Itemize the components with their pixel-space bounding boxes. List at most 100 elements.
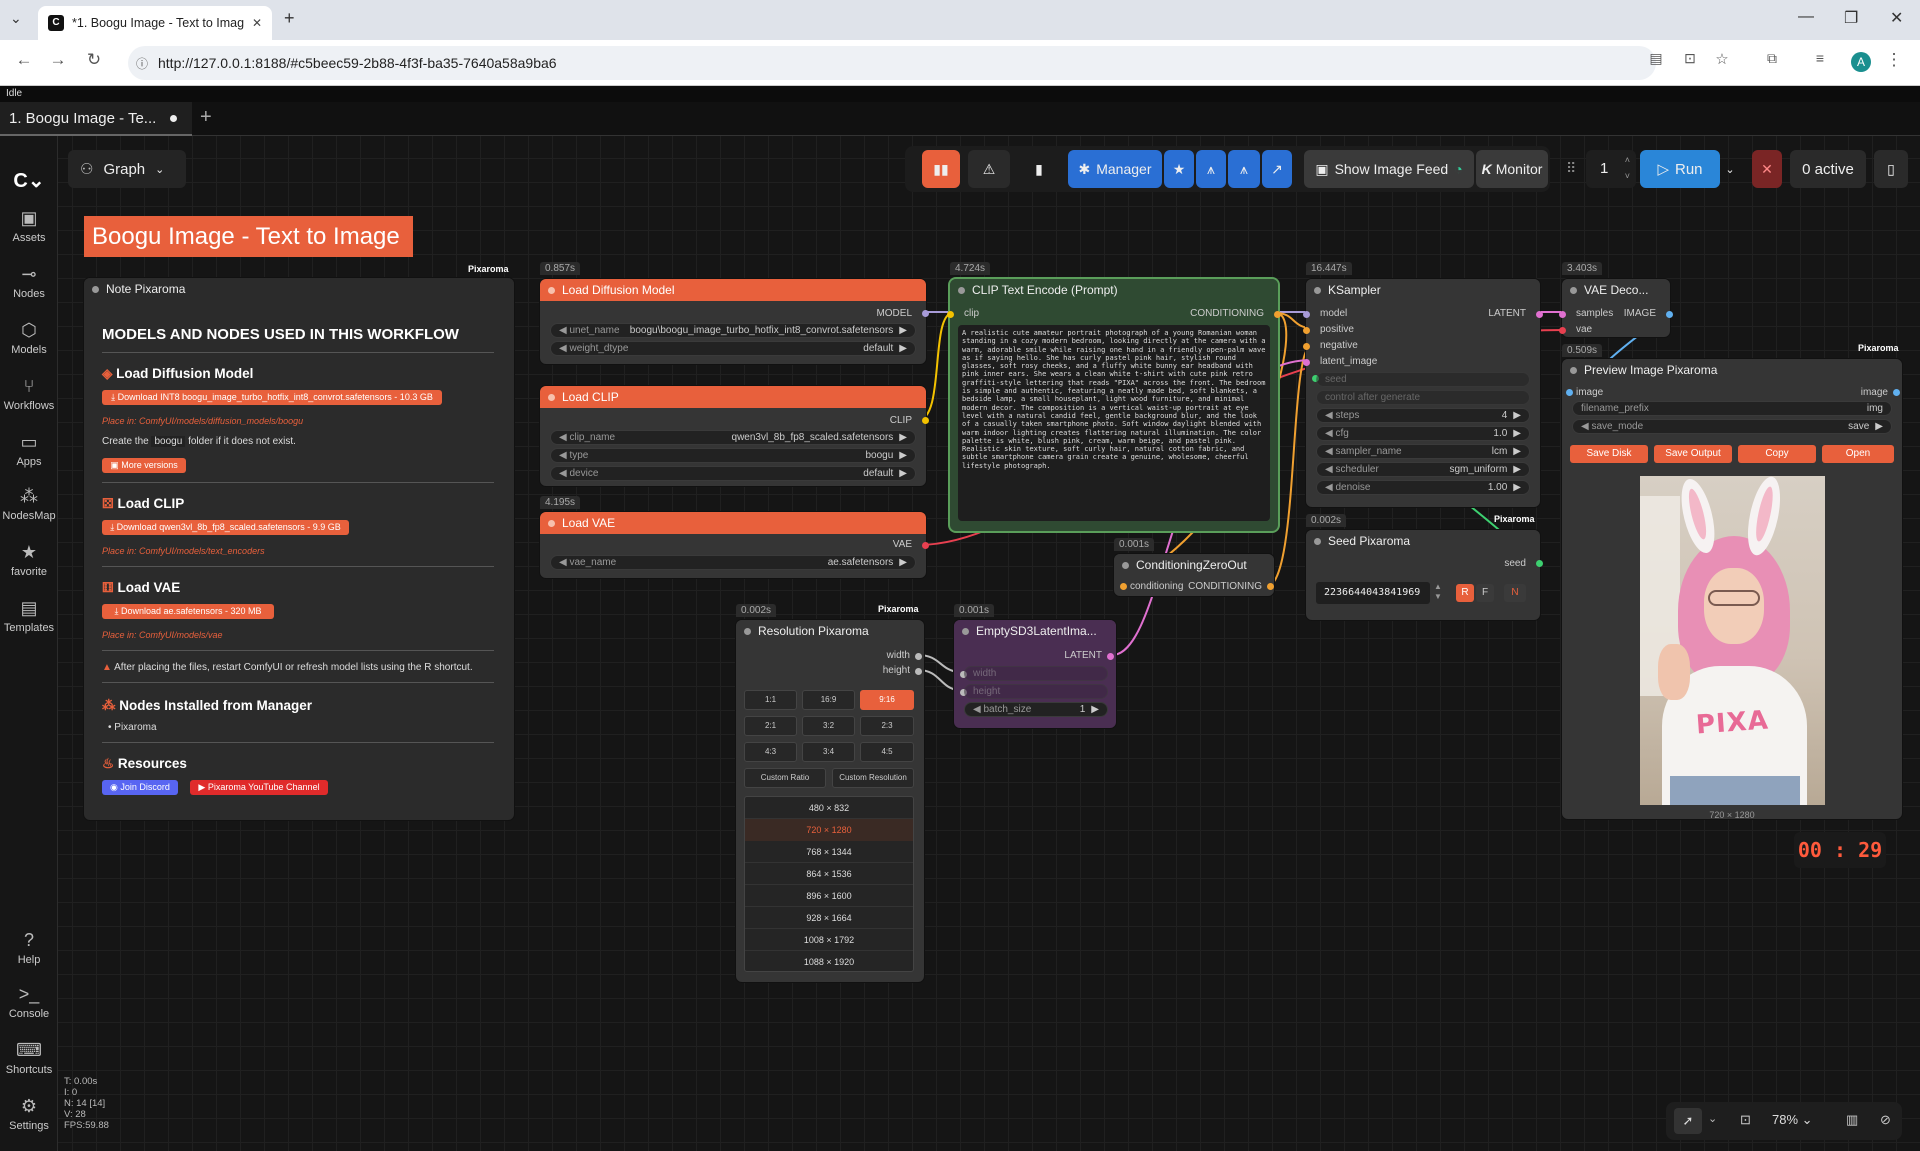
custom-ratio-button[interactable]: Custom Ratio xyxy=(744,768,826,788)
input-samples-dot[interactable] xyxy=(1559,311,1566,318)
seed-new-button[interactable]: N xyxy=(1504,584,1526,602)
seed-fixed-button[interactable]: F xyxy=(1476,584,1494,602)
chevron-down-icon[interactable]: ⌄ xyxy=(1708,1112,1717,1125)
cfg-widget[interactable]: ◀ cfg 1.0 ▶ xyxy=(1316,426,1530,441)
arrow-right-icon: ▶ xyxy=(899,450,907,461)
open-button[interactable]: Open xyxy=(1822,445,1894,463)
more-versions-button[interactable]: ▣ More versions xyxy=(102,458,186,473)
ratio-button[interactable]: 3:4 xyxy=(802,742,855,762)
clip-text-encode-node[interactable]: CLIP Text Encode (Prompt) clip CONDITION… xyxy=(947,279,1281,531)
output-image-dot[interactable] xyxy=(1893,389,1900,396)
fit-view-icon[interactable]: ⊡ xyxy=(1740,1112,1751,1128)
ratio-button[interactable]: 4:5 xyxy=(860,742,914,762)
node-title: Preview Image Pixaroma xyxy=(1562,359,1902,381)
seed-pixaroma-node[interactable]: Seed Pixaroma seed 223664404384196​9 ▲ ▼ … xyxy=(1306,530,1543,620)
output-model-dot[interactable] xyxy=(922,310,929,317)
zoom-level[interactable]: 78% ⌄ xyxy=(1772,1112,1813,1128)
seed-value-input[interactable]: 223664404384196​9 xyxy=(1316,582,1430,604)
denoise-widget[interactable]: ◀ denoise 1.00 ▶ xyxy=(1316,480,1530,495)
scheduler-widget[interactable]: ◀ scheduler sgm_uniform ▶ xyxy=(1316,462,1530,477)
preview-image-node[interactable]: Preview Image Pixaroma image image filen… xyxy=(1562,359,1902,820)
input-positive-dot[interactable] xyxy=(1303,327,1310,334)
batch-size-widget[interactable]: ◀ batch_size 1 ▶ xyxy=(964,702,1108,717)
vae-decode-node[interactable]: VAE Deco... samples vae IMAGE xyxy=(1559,279,1673,337)
sampler-name-widget[interactable]: ◀ sampler_name lcm ▶ xyxy=(1316,444,1530,459)
widget-label: width xyxy=(973,668,997,679)
download-vae-button[interactable]: ⤓ Download ae.safetensors - 320 MB xyxy=(102,604,274,619)
minimap-icon[interactable]: ▥ xyxy=(1846,1112,1858,1128)
ratio-button[interactable]: 3:2 xyxy=(802,716,855,736)
input-vae-dot[interactable] xyxy=(1559,327,1566,334)
output-clip-dot[interactable] xyxy=(922,417,929,424)
seed-stepper[interactable]: ▲ ▼ xyxy=(1434,582,1442,602)
device-select[interactable]: ◀ device default ▶ xyxy=(550,466,916,481)
output-height-dot[interactable] xyxy=(915,668,922,675)
ksampler-node[interactable]: KSampler model positive negative latent_… xyxy=(1303,279,1543,507)
size-option[interactable]: 928 × 1664 xyxy=(745,907,913,929)
input-model-dot[interactable] xyxy=(1303,311,1310,318)
join-discord-button[interactable]: ◉ Join Discord xyxy=(102,780,178,795)
size-option[interactable]: 1008 × 1792 xyxy=(745,929,913,951)
copy-button[interactable]: Copy xyxy=(1738,445,1816,463)
save-disk-button[interactable]: Save Disk xyxy=(1570,445,1648,463)
input-clip-dot[interactable] xyxy=(947,311,954,318)
download-diffusion-button[interactable]: ⤓ Download INT8 boogu_image_turbo_hotfix… xyxy=(102,390,442,405)
ratio-button[interactable]: 1:1 xyxy=(744,690,797,710)
seed-widget[interactable]: seed xyxy=(1316,372,1530,387)
stat-fps: FPS:59.88 xyxy=(64,1120,109,1131)
divider xyxy=(102,742,494,743)
vae-name-select[interactable]: ◀ vae_name ae.safetensors ▶ xyxy=(550,555,916,570)
load-vae-node[interactable]: Load VAE VAE ◀ vae_name ae.safetensors ▶ xyxy=(540,512,929,578)
control-after-generate-widget[interactable]: control after generate xyxy=(1316,390,1530,405)
save-output-button[interactable]: Save Output xyxy=(1654,445,1732,463)
generated-image[interactable]: PIXA xyxy=(1640,476,1825,805)
weight-dtype-select[interactable]: ◀ weight_dtype default ▶ xyxy=(550,341,916,356)
resolution-pixaroma-node[interactable]: Resolution Pixaroma width height 1:1 16:… xyxy=(736,620,924,982)
input-latent-dot[interactable] xyxy=(1303,359,1310,366)
input-negative-dot[interactable] xyxy=(1303,343,1310,350)
custom-resolution-button[interactable]: Custom Resolution xyxy=(832,768,914,788)
download-clip-button[interactable]: ⤓ Download qwen3vl_8b_fp8_scaled.safeten… xyxy=(102,520,349,535)
clip-type-select[interactable]: ◀ type boogu ▶ xyxy=(550,448,916,463)
load-clip-node[interactable]: Load CLIP CLIP ◀ clip_name qwen3vl_8b_fp8… xyxy=(540,386,929,486)
youtube-channel-button[interactable]: ▶ Pixaroma YouTube Channel xyxy=(190,780,328,795)
output-width-dot[interactable] xyxy=(915,653,922,660)
input-conditioning-dot[interactable] xyxy=(1120,583,1127,590)
execution-time: 16.447s xyxy=(1306,262,1352,275)
filename-prefix-input[interactable]: filename_prefix img xyxy=(1572,401,1892,416)
output-vae-dot[interactable] xyxy=(922,542,929,549)
output-seed-dot[interactable] xyxy=(1536,560,1543,567)
output-latent-dot[interactable] xyxy=(1107,653,1114,660)
ratio-button-selected[interactable]: 9:16 xyxy=(860,690,914,710)
clip-name-select[interactable]: ◀ clip_name qwen3vl_8b_fp8_scaled.safeten… xyxy=(550,430,916,445)
input-clip: clip xyxy=(964,308,980,319)
size-option[interactable]: 864 × 1536 xyxy=(745,863,913,885)
load-diffusion-model-node[interactable]: Load Diffusion Model MODEL ◀ unet_name bo… xyxy=(540,279,929,364)
width-widget[interactable]: width xyxy=(964,666,1108,681)
ratio-button[interactable]: 2:3 xyxy=(860,716,914,736)
steps-widget[interactable]: ◀ steps 4 ▶ xyxy=(1316,408,1530,423)
output-conditioning-dot[interactable] xyxy=(1274,311,1281,318)
unet-name-select[interactable]: ◀ unet_name boogu\boogu_image_turbo_hotfi… xyxy=(550,323,916,338)
size-option[interactable]: 480 × 832 xyxy=(745,797,913,819)
empty-sd3-latent-node[interactable]: EmptySD3LatentIma... LATENT width height… xyxy=(954,620,1116,728)
ratio-button[interactable]: 16:9 xyxy=(802,690,855,710)
ratio-button[interactable]: 4:3 xyxy=(744,742,797,762)
save-mode-select[interactable]: ◀ save_mode save ▶ xyxy=(1572,419,1892,434)
output-conditioning-dot[interactable] xyxy=(1267,583,1274,590)
size-option[interactable]: 896 × 1600 xyxy=(745,885,913,907)
note-pixaroma-node[interactable]: Note Pixaroma Pixaroma MODELS AND NODES … xyxy=(84,264,514,820)
conditioning-zero-out-node[interactable]: ConditioningZeroOut conditioning CONDITI… xyxy=(1114,554,1274,596)
size-option[interactable]: 768 × 1344 xyxy=(745,841,913,863)
ratio-button[interactable]: 2:1 xyxy=(744,716,797,736)
output-latent-dot[interactable] xyxy=(1536,311,1543,318)
prompt-textarea[interactable]: A realistic cute amateur portrait photog… xyxy=(958,325,1270,521)
size-option[interactable]: 1088 × 1920 xyxy=(745,951,913,973)
hide-links-icon[interactable]: ⊘ xyxy=(1880,1112,1891,1128)
size-option-selected[interactable]: 720 × 1280 xyxy=(745,819,913,841)
seed-random-button[interactable]: R xyxy=(1456,584,1474,602)
height-widget[interactable]: height xyxy=(964,684,1108,699)
select-mode-icon[interactable]: ➚ xyxy=(1674,1108,1702,1134)
input-image-dot[interactable] xyxy=(1566,389,1573,396)
output-image-dot[interactable] xyxy=(1666,311,1673,318)
